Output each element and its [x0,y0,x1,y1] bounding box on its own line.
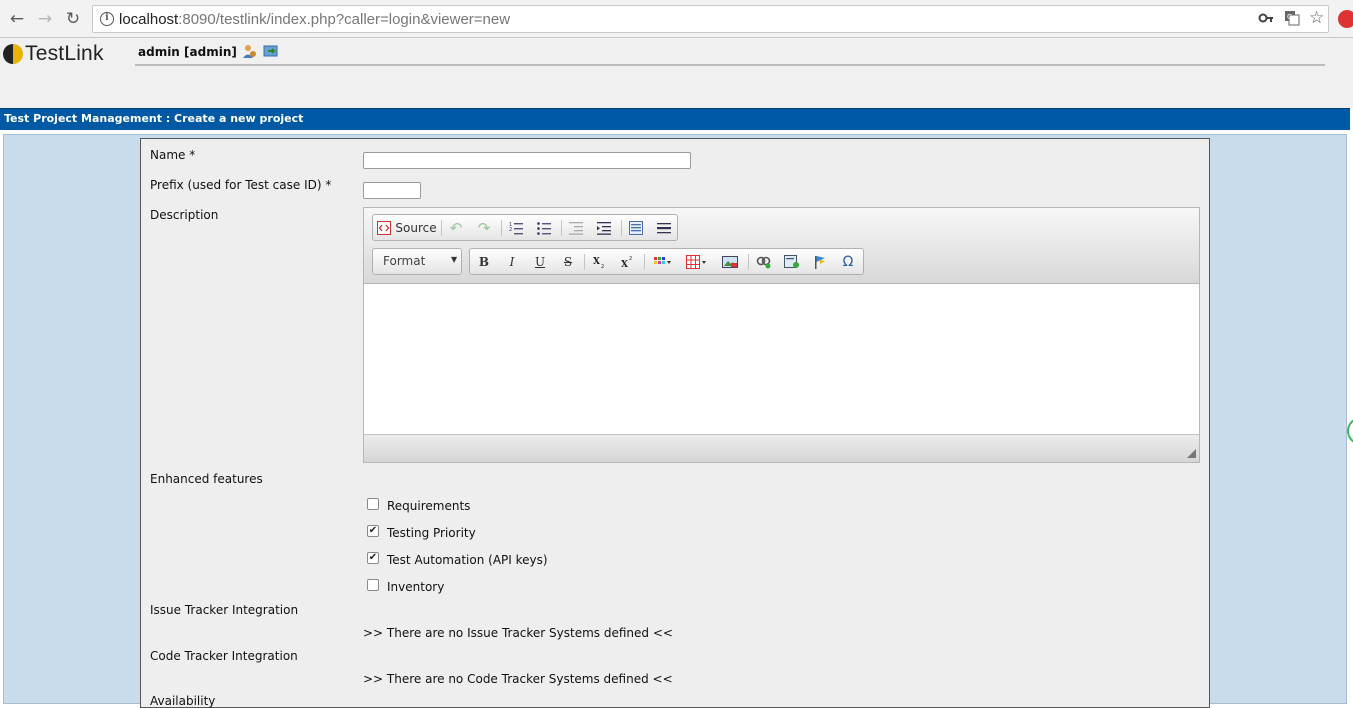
numbered-list-icon[interactable]: 12 [505,219,527,237]
translate-icon[interactable]: G [1284,10,1300,30]
logout-icon[interactable] [263,43,279,59]
issue-tracker-label: Issue Tracker Integration [150,603,299,617]
issue-tracker-message: >> There are no Issue Tracker Systems de… [363,626,673,640]
key-icon[interactable] [1258,10,1274,30]
name-input[interactable] [363,152,691,169]
code-tracker-label: Code Tracker Integration [150,649,298,663]
user-bar: admin [admin] [135,43,1325,66]
page-title: Test Project Management : Create a new p… [4,112,304,125]
code-tracker-message: >> There are no Code Tracker Systems def… [363,672,673,686]
browser-toolbar: ← → ↻ i localhost:8090/testlink/index.ph… [0,0,1353,38]
editor-toolbar: Source ↶ ↷ 12 Format ▼ B I U S X 2 X 2 Ω [364,208,1199,284]
increase-indent-icon[interactable] [593,219,615,237]
templates-icon[interactable] [625,219,647,237]
link-icon[interactable] [752,253,776,271]
prefix-label: Prefix (used for Test case ID) * [150,178,332,192]
text-color-icon[interactable] [650,253,676,271]
resize-handle-icon[interactable] [1187,449,1196,458]
back-arrow-icon[interactable]: ← [6,8,28,30]
decrease-indent-icon[interactable] [565,219,587,237]
info-icon[interactable]: i [100,12,114,26]
description-editor[interactable]: Source ↶ ↷ 12 Format ▼ B I U S X 2 X 2 Ω [363,207,1200,463]
horizontal-line-icon[interactable] [653,219,675,237]
url-host: localhost [119,11,179,28]
name-label: Name * [150,148,196,162]
enhanced-features-label: Enhanced features [150,472,263,486]
anchor-icon[interactable] [780,253,804,271]
svg-text:G: G [1287,13,1292,21]
svg-text:X: X [621,260,628,269]
subscript-icon[interactable]: X2 [588,253,612,271]
star-icon[interactable]: ☆ [1309,8,1324,28]
special-character-button[interactable]: Ω [836,253,860,271]
editor-statusbar [364,434,1199,462]
redo-icon[interactable]: ↷ [473,219,495,237]
url-path: :8090/testlink/index.php?caller=login&vi… [178,11,511,28]
address-url[interactable]: localhost:8090/testlink/index.php?caller… [119,11,510,28]
bulleted-list-icon[interactable] [533,219,555,237]
editor-toolbar-row-2: B I U S X2 X2 Ω [469,248,864,275]
extension-icon[interactable] [1338,10,1353,28]
strikethrough-button[interactable]: S [556,253,580,271]
chevron-down-icon: ▼ [451,255,458,264]
address-bar[interactable]: i localhost:8090/testlink/index.php?call… [92,5,1329,33]
prefix-input[interactable] [363,182,421,199]
svg-text:2: 2 [629,256,632,262]
testing-priority-checkbox[interactable]: ✔ [367,525,379,537]
flag-icon[interactable] [808,253,832,271]
bold-button[interactable]: B [472,253,496,271]
inventory-label: Inventory [387,580,445,594]
page-title-bar: Test Project Management : Create a new p… [0,108,1350,130]
user-name: admin [admin] [138,45,237,59]
undo-icon[interactable]: ↶ [445,219,467,237]
image-icon[interactable] [718,253,742,271]
format-dropdown[interactable]: Format ▼ [372,248,462,275]
format-label: Format [383,254,426,268]
requirements-checkbox[interactable] [367,498,379,510]
editor-content-area[interactable] [364,284,1199,434]
reload-icon[interactable]: ↻ [62,8,84,30]
testlink-header: TestLink admin [admin] [0,38,1353,108]
requirements-label: Requirements [387,499,471,513]
test-automation-checkbox[interactable]: ✔ [367,552,379,564]
forward-arrow-icon[interactable]: → [34,8,56,30]
test-automation-label: Test Automation (API keys) [387,553,548,567]
testing-priority-label: Testing Priority [387,526,476,540]
logo-text: TestLink [25,42,104,65]
source-label: Source [395,221,437,235]
inventory-checkbox[interactable] [367,579,379,591]
underline-button[interactable]: U [528,253,552,271]
table-icon[interactable] [684,253,710,271]
description-label: Description [150,208,219,222]
source-button[interactable]: Source [376,219,438,237]
superscript-icon[interactable]: X2 [616,253,640,271]
logo-icon [3,44,23,64]
source-icon [377,221,392,235]
testlink-logo[interactable]: TestLink [3,42,104,66]
availability-label: Availability [150,694,216,708]
editor-toolbar-row-1: Source ↶ ↷ 12 [372,214,678,241]
svg-text:2: 2 [601,264,604,269]
user-settings-icon[interactable] [241,43,257,59]
italic-button[interactable]: I [500,253,524,271]
svg-text:2: 2 [509,227,512,233]
svg-text:X: X [593,257,600,267]
floating-extension-icon[interactable] [1347,417,1353,445]
